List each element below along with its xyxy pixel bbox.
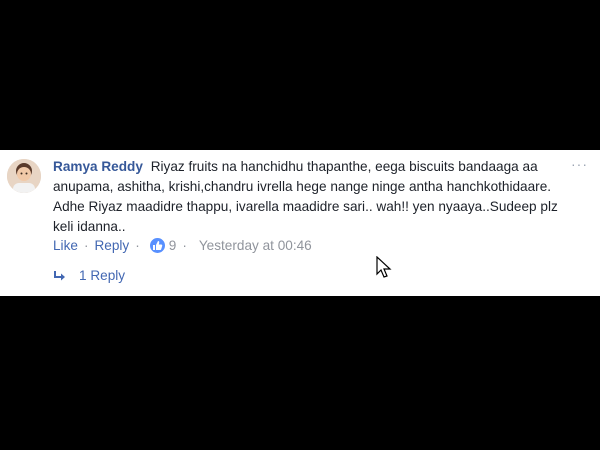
- replies-count-label[interactable]: 1 Reply: [79, 268, 125, 283]
- avatar-image: [7, 159, 41, 193]
- comment-panel: ··· Ramya Reddy Riyaz fruits na hanchidh…: [0, 150, 600, 296]
- separator: ·: [135, 238, 140, 253]
- comment-timestamp[interactable]: Yesterday at 00:46: [199, 238, 312, 253]
- avatar[interactable]: [7, 159, 41, 193]
- mouse-cursor-icon: [376, 256, 392, 278]
- separator: ·: [83, 238, 89, 253]
- reply-arrow-icon: [54, 270, 65, 280]
- reaction-count[interactable]: 9: [169, 238, 177, 253]
- comment-body: Ramya Reddy Riyaz fruits na hanchidhu th…: [53, 157, 573, 237]
- comment-actions: Like · Reply · 9 · Yesterday at 00:46: [53, 238, 312, 253]
- reply-link[interactable]: Reply: [94, 238, 129, 253]
- view-replies-link[interactable]: 1 Reply: [53, 268, 125, 283]
- like-link[interactable]: Like: [53, 238, 78, 253]
- separator: ·: [182, 238, 187, 253]
- more-options-icon[interactable]: ···: [571, 156, 588, 172]
- like-reaction-icon[interactable]: [149, 238, 165, 253]
- comment-author[interactable]: Ramya Reddy: [53, 159, 143, 174]
